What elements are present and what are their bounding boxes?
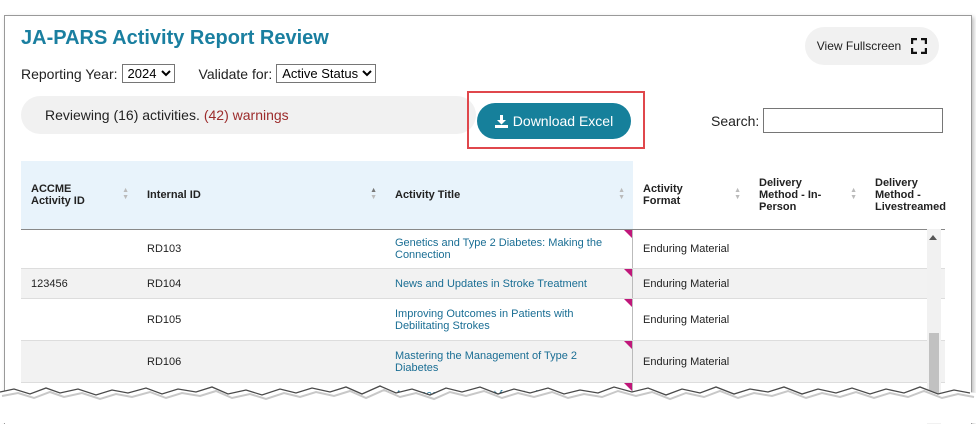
torn-edge: [0, 385, 976, 423]
